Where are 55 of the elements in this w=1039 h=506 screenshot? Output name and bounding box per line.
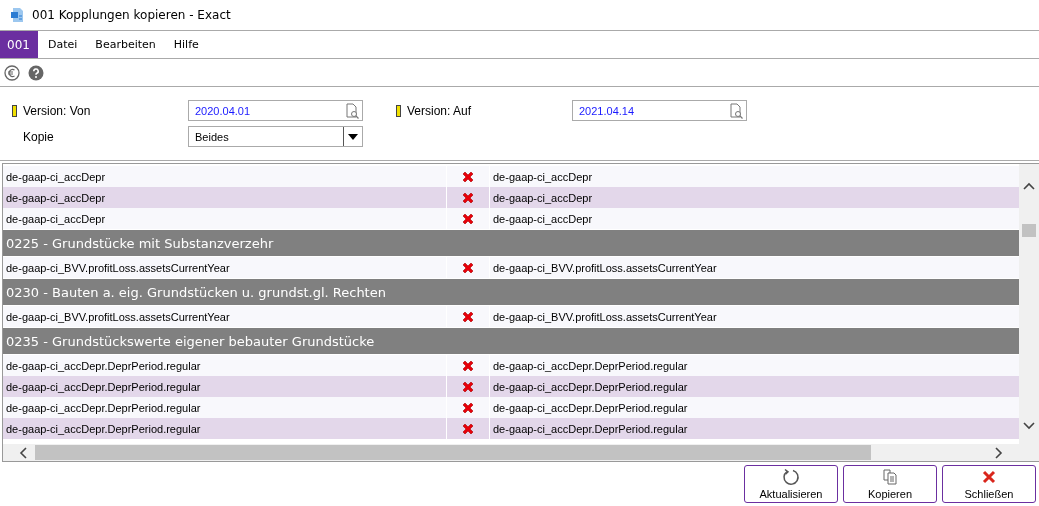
refresh-icon (782, 468, 800, 486)
menu-item[interactable]: Bearbeiten (87, 31, 164, 58)
group-header: 0225 - Grundstücke mit Substanzverzehr (3, 229, 1019, 257)
copy-icon (881, 468, 899, 486)
cross-icon (461, 421, 475, 436)
company-badge[interactable]: 001 (0, 31, 38, 58)
group-header: 0230 - Bauten a. eig. Grundstücken u. grundst.gl. Rechten (3, 278, 1019, 306)
lookup-icon[interactable] (344, 102, 360, 119)
scroll-down-icon[interactable] (1023, 422, 1035, 430)
scroll-right-icon[interactable] (995, 446, 1003, 459)
table-cell-text: de-gaap-ci_accDepr.DeprPeriod.regular (492, 401, 688, 414)
cross-icon (461, 260, 475, 275)
cross-icon (461, 379, 475, 394)
menu-item[interactable]: Hilfe (165, 31, 207, 58)
lookup-icon[interactable] (728, 102, 744, 119)
required-marker (12, 104, 17, 117)
scroll-thumb[interactable] (1022, 224, 1036, 237)
field-label: Version: Auf (407, 103, 472, 118)
group-header: 0235 - Grundstückswerte eigener bebauter Grundstücke (3, 327, 1019, 355)
copy-dropdown[interactable]: Beides (188, 126, 363, 147)
field-label: Version: Von (23, 103, 91, 118)
required-marker (396, 104, 401, 117)
close-icon (980, 468, 998, 486)
table-cell-text: de-gaap-ci_BVV.profitLoss.assetsCurrentYear (492, 261, 717, 274)
horizontal-scrollbar[interactable] (3, 444, 1039, 461)
table-cell-text: de-gaap-ci_accDepr.DeprPeriod.regular (492, 359, 688, 372)
date-field[interactable]: 2020.04.01 (188, 100, 363, 121)
cross-icon (461, 400, 475, 415)
close-button[interactable]: Schließen (942, 465, 1036, 503)
table-cell-text: de-gaap-ci_accDepr (492, 212, 593, 225)
table-cell-text: de-gaap-ci_accDepr (492, 170, 593, 183)
table-cell: de-gaap-ci_accDepr.DeprPeriod.regular (3, 418, 447, 439)
field-label: Kopie (23, 129, 54, 144)
menu-item[interactable]: Datei (40, 31, 86, 58)
table-cell-text: de-gaap-ci_BVV.profitLoss.assetsCurrentYear (492, 310, 717, 323)
document-icon (10, 7, 24, 23)
scroll-left-icon[interactable] (19, 446, 27, 459)
copy-button[interactable]: Kopieren (843, 465, 937, 503)
cross-icon (461, 358, 475, 373)
cross-icon (461, 211, 475, 226)
cross-icon (461, 169, 475, 184)
table-cell-text: de-gaap-ci_accDepr (492, 191, 593, 204)
scroll-thumb[interactable] (35, 445, 871, 460)
table-cell-text: de-gaap-ci_accDepr.DeprPeriod.regular (492, 380, 688, 393)
refresh-button[interactable]: Aktualisieren (744, 465, 838, 503)
scroll-up-icon[interactable] (1023, 182, 1035, 190)
date-field[interactable]: 2021.04.14 (572, 100, 747, 121)
cross-icon (461, 309, 475, 324)
table-cell-text: de-gaap-ci_accDepr.DeprPeriod.regular (492, 422, 688, 435)
dropdown-arrow-icon[interactable] (348, 133, 358, 140)
window-title: 001 Kopplungen kopieren - Exact (32, 8, 231, 22)
cross-icon (461, 190, 475, 205)
help-icon[interactable] (28, 64, 44, 81)
euro-icon[interactable] (4, 64, 20, 81)
vertical-scrollbar[interactable] (1019, 164, 1039, 444)
